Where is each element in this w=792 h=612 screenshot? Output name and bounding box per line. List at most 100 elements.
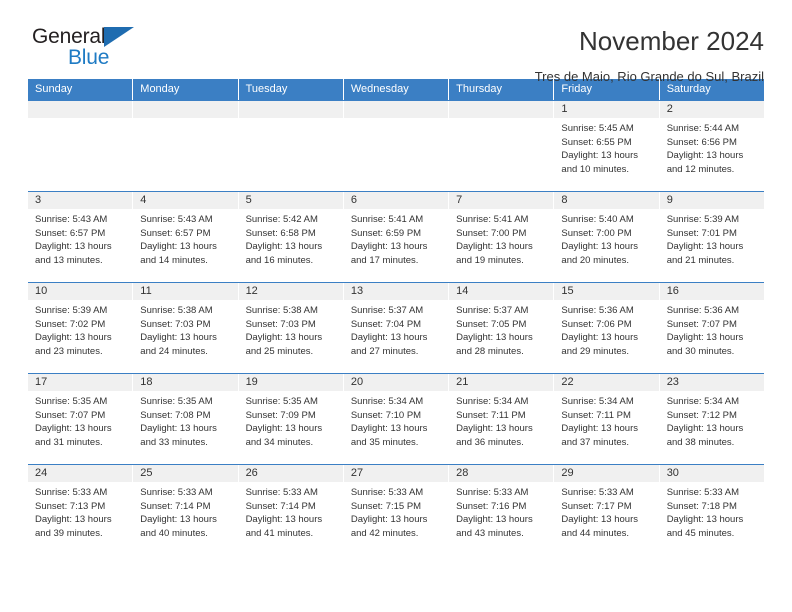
day-cell[interactable]: 12 Sunrise: 5:38 AM Sunset: 7:03 PM Dayl… (238, 283, 344, 373)
sunrise-text: Sunrise: 5:34 AM (666, 396, 740, 407)
daylight-text-line1: Daylight: 13 hours (35, 514, 112, 525)
day-details: Sunrise: 5:39 AM Sunset: 7:02 PM Dayligh… (28, 300, 132, 358)
day-number: 28 (449, 465, 554, 482)
sunrise-text: Sunrise: 5:34 AM (561, 396, 634, 407)
day-cell[interactable]: 8 Sunrise: 5:40 AM Sunset: 7:00 PM Dayli… (554, 192, 660, 282)
day-details: Sunrise: 5:35 AM Sunset: 7:08 PM Dayligh… (133, 391, 237, 449)
daylight-text-line2: and 40 minutes. (140, 527, 208, 539)
day-cell[interactable]: 3 Sunrise: 5:43 AM Sunset: 6:57 PM Dayli… (28, 192, 134, 282)
sunrise-text: Sunrise: 5:34 AM (350, 396, 424, 407)
day-cell[interactable]: 28 Sunrise: 5:33 AM Sunset: 7:16 PM Dayl… (449, 465, 555, 555)
day-details: Sunrise: 5:33 AM Sunset: 7:17 PM Dayligh… (554, 482, 658, 540)
sunset-text: Sunset: 6:57 PM (140, 227, 211, 239)
day-number: 19 (238, 374, 343, 391)
sunrise-text: Sunrise: 5:33 AM (561, 487, 634, 498)
sunset-text: Sunset: 7:06 PM (561, 318, 632, 330)
weekday-header-sunday: Sunday (28, 79, 134, 100)
day-number: 12 (238, 283, 343, 300)
day-cell (449, 101, 555, 191)
weekday-header-tuesday: Tuesday (239, 79, 344, 100)
sunrise-text: Sunrise: 5:35 AM (245, 396, 318, 407)
day-cell[interactable]: 17 Sunrise: 5:35 AM Sunset: 7:07 PM Dayl… (28, 374, 134, 464)
day-cell[interactable]: 22 Sunrise: 5:34 AM Sunset: 7:11 PM Dayl… (554, 374, 660, 464)
sunrise-text: Sunrise: 5:39 AM (666, 214, 740, 225)
day-details: Sunrise: 5:43 AM Sunset: 6:57 PM Dayligh… (133, 209, 237, 267)
day-cell[interactable]: 18 Sunrise: 5:35 AM Sunset: 7:08 PM Dayl… (133, 374, 239, 464)
day-details: Sunrise: 5:44 AM Sunset: 6:56 PM Dayligh… (660, 118, 764, 176)
logo-triangle-icon (104, 27, 134, 47)
day-cell[interactable]: 29 Sunrise: 5:33 AM Sunset: 7:17 PM Dayl… (554, 465, 660, 555)
day-cell[interactable]: 21 Sunrise: 5:34 AM Sunset: 7:11 PM Dayl… (449, 374, 555, 464)
day-cell[interactable]: 9 Sunrise: 5:39 AM Sunset: 7:01 PM Dayli… (659, 192, 764, 282)
sunset-text: Sunset: 7:12 PM (666, 409, 737, 421)
day-details: Sunrise: 5:38 AM Sunset: 7:03 PM Dayligh… (133, 300, 237, 358)
generalblue-logo[interactable]: General Blue (28, 26, 252, 69)
day-cell[interactable]: 19 Sunrise: 5:35 AM Sunset: 7:09 PM Dayl… (238, 374, 344, 464)
daylight-text-line2: and 43 minutes. (456, 527, 524, 539)
day-cell[interactable]: 11 Sunrise: 5:38 AM Sunset: 7:03 PM Dayl… (133, 283, 239, 373)
day-cell[interactable]: 5 Sunrise: 5:42 AM Sunset: 6:58 PM Dayli… (238, 192, 344, 282)
day-details: Sunrise: 5:37 AM Sunset: 7:04 PM Dayligh… (344, 300, 448, 358)
sunset-text: Sunset: 7:02 PM (35, 318, 106, 330)
day-cell (238, 101, 344, 191)
sunrise-text: Sunrise: 5:38 AM (140, 305, 213, 316)
day-cell[interactable]: 10 Sunrise: 5:39 AM Sunset: 7:02 PM Dayl… (28, 283, 134, 373)
day-details: Sunrise: 5:34 AM Sunset: 7:11 PM Dayligh… (449, 391, 553, 449)
day-number: 18 (133, 374, 238, 391)
daylight-text-line1: Daylight: 13 hours (245, 423, 323, 434)
sunrise-text: Sunrise: 5:38 AM (245, 305, 318, 316)
daylight-text-line1: Daylight: 13 hours (35, 423, 112, 434)
daylight-text-line2: and 36 minutes. (456, 436, 524, 448)
daylight-text-line2: and 19 minutes. (456, 254, 524, 266)
day-cell[interactable]: 26 Sunrise: 5:33 AM Sunset: 7:14 PM Dayl… (238, 465, 344, 555)
sunrise-text: Sunrise: 5:35 AM (35, 396, 108, 407)
daylight-text-line2: and 28 minutes. (456, 345, 524, 357)
day-details: Sunrise: 5:38 AM Sunset: 7:03 PM Dayligh… (239, 300, 343, 358)
day-cell[interactable]: 7 Sunrise: 5:41 AM Sunset: 7:00 PM Dayli… (449, 192, 555, 282)
day-cell[interactable]: 6 Sunrise: 5:41 AM Sunset: 6:59 PM Dayli… (343, 192, 450, 282)
day-cell[interactable]: 20 Sunrise: 5:34 AM Sunset: 7:10 PM Dayl… (343, 374, 450, 464)
sunset-text: Sunset: 7:09 PM (245, 409, 316, 421)
day-cell[interactable]: 4 Sunrise: 5:43 AM Sunset: 6:57 PM Dayli… (133, 192, 239, 282)
day-number: 20 (343, 374, 449, 391)
day-cell[interactable]: 2 Sunrise: 5:44 AM Sunset: 6:56 PM Dayli… (659, 101, 764, 191)
day-number (28, 101, 133, 118)
daylight-text-line2: and 34 minutes. (245, 436, 314, 448)
day-details: Sunrise: 5:33 AM Sunset: 7:13 PM Dayligh… (28, 482, 132, 540)
sunrise-text: Sunrise: 5:43 AM (35, 214, 108, 225)
day-cell[interactable]: 1 Sunrise: 5:45 AM Sunset: 6:55 PM Dayli… (554, 101, 660, 191)
sunset-text: Sunset: 6:58 PM (245, 227, 316, 239)
day-number: 14 (449, 283, 554, 300)
day-cell[interactable]: 23 Sunrise: 5:34 AM Sunset: 7:12 PM Dayl… (659, 374, 764, 464)
day-cell (343, 101, 450, 191)
sunset-text: Sunset: 7:00 PM (456, 227, 527, 239)
day-number (133, 101, 238, 118)
sunset-text: Sunset: 7:05 PM (456, 318, 527, 330)
day-number (238, 101, 343, 118)
day-cell[interactable]: 25 Sunrise: 5:33 AM Sunset: 7:14 PM Dayl… (133, 465, 239, 555)
day-details: Sunrise: 5:33 AM Sunset: 7:14 PM Dayligh… (239, 482, 343, 540)
sunrise-text: Sunrise: 5:37 AM (456, 305, 529, 316)
sunrise-text: Sunrise: 5:43 AM (140, 214, 213, 225)
day-cell[interactable]: 13 Sunrise: 5:37 AM Sunset: 7:04 PM Dayl… (343, 283, 450, 373)
day-details: Sunrise: 5:39 AM Sunset: 7:01 PM Dayligh… (660, 209, 764, 267)
day-cell[interactable]: 27 Sunrise: 5:33 AM Sunset: 7:15 PM Dayl… (343, 465, 450, 555)
day-number: 5 (238, 192, 343, 209)
day-cell[interactable]: 24 Sunrise: 5:33 AM Sunset: 7:13 PM Dayl… (28, 465, 134, 555)
sunset-text: Sunset: 7:16 PM (456, 500, 527, 512)
sunset-text: Sunset: 6:59 PM (350, 227, 422, 239)
day-cell[interactable]: 30 Sunrise: 5:33 AM Sunset: 7:18 PM Dayl… (659, 465, 764, 555)
day-number: 4 (133, 192, 238, 209)
daylight-text-line2: and 31 minutes. (35, 436, 103, 448)
day-details: Sunrise: 5:43 AM Sunset: 6:57 PM Dayligh… (28, 209, 132, 267)
day-cell[interactable]: 15 Sunrise: 5:36 AM Sunset: 7:06 PM Dayl… (554, 283, 660, 373)
daylight-text-line2: and 16 minutes. (245, 254, 314, 266)
day-cell[interactable]: 14 Sunrise: 5:37 AM Sunset: 7:05 PM Dayl… (449, 283, 555, 373)
day-details: Sunrise: 5:36 AM Sunset: 7:07 PM Dayligh… (660, 300, 764, 358)
day-details: Sunrise: 5:42 AM Sunset: 6:58 PM Dayligh… (239, 209, 343, 267)
daylight-text-line1: Daylight: 13 hours (456, 241, 533, 252)
daylight-text-line1: Daylight: 13 hours (140, 332, 217, 343)
day-number: 11 (133, 283, 238, 300)
logo-text-general: General (32, 25, 106, 48)
day-cell[interactable]: 16 Sunrise: 5:36 AM Sunset: 7:07 PM Dayl… (659, 283, 764, 373)
